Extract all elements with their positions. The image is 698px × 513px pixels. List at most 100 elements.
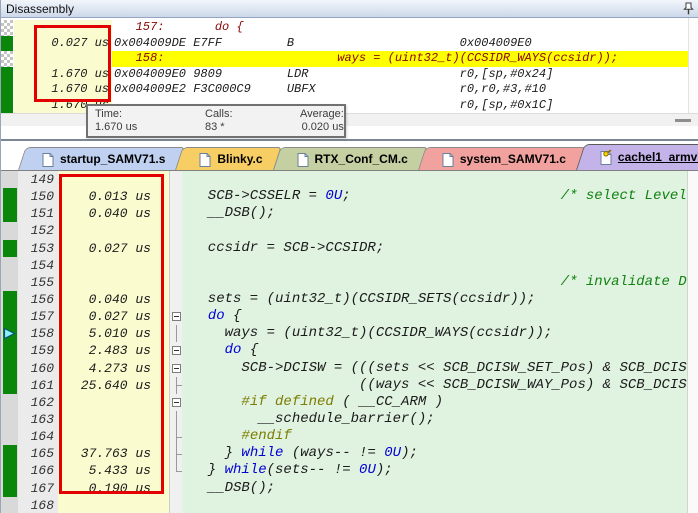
tooltip-average-value: 0.020 us (300, 121, 344, 134)
breakpoint-margin[interactable] (1, 291, 18, 308)
line-number: 151 (18, 205, 58, 222)
panel-divider[interactable] (1, 139, 698, 141)
line-number: 152 (18, 222, 58, 239)
coverage-marker[interactable] (1, 82, 14, 98)
coverage-marker[interactable] (1, 20, 14, 36)
breakpoint-margin[interactable] (1, 274, 18, 291)
fold-margin (169, 428, 182, 445)
code-line[interactable]: ((ways << SCB_DCISW_WAY_Pos) & SCB_DCISW… (182, 377, 698, 394)
instruction-line[interactable]: 0x004009E0 9809 LDR r0,[sp,#0x24] (112, 67, 698, 83)
code-token: SCB->DCISW = (((sets << SCB_DCISW_SET_Po… (191, 360, 698, 376)
code-line[interactable]: __DSB(); (182, 480, 698, 497)
code-line[interactable]: do { (182, 308, 698, 325)
code-line[interactable]: ways = (uint32_t)(CCSIDR_WAYS(ccsidr)); (182, 325, 698, 342)
breakpoint-margin[interactable] (1, 360, 18, 377)
breakpoint-margin[interactable] (1, 240, 18, 257)
tab-cachel1_armv7-h[interactable]: cachel1_armv7.h (583, 144, 698, 170)
coverage-marker[interactable] (1, 67, 14, 83)
breakpoint-margin[interactable] (1, 325, 18, 342)
code-line[interactable] (182, 222, 698, 239)
disasm-source-line[interactable]: 157: do { (112, 20, 698, 36)
scrollbar-thumb[interactable] (675, 119, 691, 122)
editor-line: 149 (1, 171, 698, 188)
fold-margin[interactable] (169, 360, 182, 377)
code-token: ways = (uint32_t)(CCSIDR_WAYS(ccsidr)); (191, 325, 552, 341)
fold-collapse-icon[interactable] (172, 364, 181, 373)
breakpoint-margin[interactable] (1, 188, 18, 205)
fold-margin[interactable] (169, 394, 182, 411)
breakpoint-margin[interactable] (1, 222, 18, 239)
coverage-marker[interactable] (1, 51, 14, 67)
code-token: ( __CC_ARM ) (334, 394, 443, 410)
code-line[interactable] (182, 171, 698, 188)
breakpoint-margin[interactable] (1, 480, 18, 497)
fold-margin[interactable] (169, 308, 182, 325)
code-line[interactable]: #if defined ( __CC_ARM ) (182, 394, 698, 411)
document-icon (198, 151, 212, 167)
editor-vertical-scrollbar[interactable] (687, 171, 698, 513)
profiling-tooltip: Time: Calls: Average: 1.670 us 83 * 0.02… (86, 104, 346, 138)
line-execution-time: 2.483 us (58, 342, 169, 359)
line-execution-time: 37.763 us (58, 445, 169, 462)
tooltip-calls-label: Calls: (205, 108, 300, 121)
code-line[interactable]: __schedule_barrier(); (182, 411, 698, 428)
code-line[interactable]: } while (ways-- != 0U); (182, 445, 698, 462)
tab-blinky-c[interactable]: Blinky.c (182, 147, 274, 170)
code-line[interactable]: ccsidr = SCB->CCSIDR; (182, 240, 698, 257)
fold-margin (169, 240, 182, 257)
fold-collapse-icon[interactable] (172, 346, 181, 355)
fold-margin (169, 497, 182, 513)
fold-collapse-icon[interactable] (172, 312, 181, 321)
source-editor[interactable]: 1491500.013 us SCB->CSSELR = 0U; /* sele… (1, 170, 698, 513)
code-token: 0U (384, 445, 401, 461)
disassembly-titlebar[interactable]: Disassembly (1, 0, 698, 18)
breakpoint-margin[interactable] (1, 462, 18, 479)
tab-system_samv71-c[interactable]: system_SAMV71.c (425, 147, 578, 170)
tab-startup_samv71-s[interactable]: startup_SAMV71.s (25, 147, 177, 170)
line-number: 167 (18, 480, 58, 497)
code-line[interactable] (182, 497, 698, 513)
line-execution-time (58, 274, 169, 291)
fold-margin[interactable] (169, 342, 182, 359)
breakpoint-margin[interactable] (1, 445, 18, 462)
tab-rtx_conf_cm-c[interactable]: RTX_Conf_CM.c (280, 147, 420, 170)
breakpoint-margin[interactable] (1, 428, 18, 445)
code-line[interactable]: #endif (182, 428, 698, 445)
coverage-marker[interactable] (1, 98, 14, 114)
pin-icon[interactable] (683, 2, 694, 15)
code-token: 0U (359, 462, 376, 478)
breakpoint-margin[interactable] (1, 394, 18, 411)
breakpoint-margin[interactable] (1, 308, 18, 325)
disassembly-pane[interactable]: 157: do {0.027 us0x004009DE E7FF B 0x004… (1, 18, 698, 113)
breakpoint-margin[interactable] (1, 171, 18, 188)
breakpoint-margin[interactable] (1, 205, 18, 222)
code-line[interactable]: SCB->CSSELR = 0U; /* select Level 1 da (182, 188, 698, 205)
line-number: 163 (18, 411, 58, 428)
tooltip-average-label: Average: (300, 108, 344, 121)
instruction-time: 1.670 us (14, 67, 112, 83)
code-line[interactable]: } while(sets-- != 0U); (182, 462, 698, 479)
code-line[interactable]: SCB->DCISW = (((sets << SCB_DCISW_SET_Po… (182, 360, 698, 377)
code-token: __DSB(); (191, 480, 275, 496)
breakpoint-margin[interactable] (1, 377, 18, 394)
disasm-row: 1.670 us0x004009E0 9809 LDR r0,[sp,#0x24… (1, 67, 698, 83)
code-line[interactable]: /* invalidate D-Cach (182, 274, 698, 291)
breakpoint-margin[interactable] (1, 342, 18, 359)
breakpoint-margin[interactable] (1, 257, 18, 274)
line-execution-time (58, 411, 169, 428)
editor-line: 152 (1, 222, 698, 239)
fold-margin (169, 325, 182, 342)
instruction-line[interactable]: 0x004009DE E7FF B 0x004009E0 (112, 36, 698, 52)
disassembly-vertical-scrollbar[interactable] (688, 18, 698, 113)
code-line[interactable]: do { (182, 342, 698, 359)
code-line[interactable]: __DSB(); (182, 205, 698, 222)
line-execution-time: 0.190 us (58, 480, 169, 497)
code-line[interactable] (182, 257, 698, 274)
breakpoint-margin[interactable] (1, 497, 18, 513)
coverage-marker[interactable] (1, 36, 14, 52)
fold-collapse-icon[interactable] (172, 398, 181, 407)
instruction-line[interactable]: 0x004009E2 F3C000C9 UBFX r0,r0,#3,#10 (112, 82, 698, 98)
breakpoint-margin[interactable] (1, 411, 18, 428)
disasm-source-line[interactable]: 158: ways = (uint32_t)(CCSIDR_WAYS(ccsid… (112, 51, 698, 67)
code-line[interactable]: sets = (uint32_t)(CCSIDR_SETS(ccsidr)); (182, 291, 698, 308)
